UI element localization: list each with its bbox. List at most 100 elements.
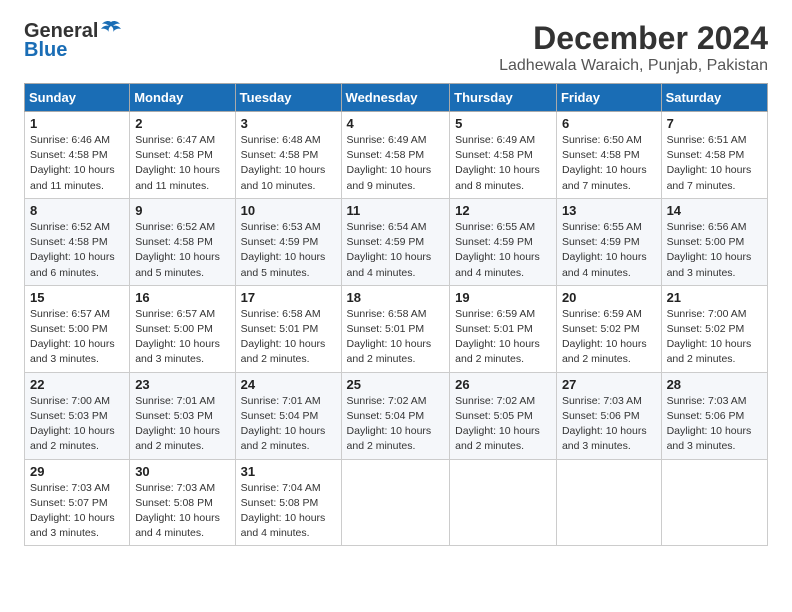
calendar-cell: 4 Sunrise: 6:49 AMSunset: 4:58 PMDaylight… <box>341 112 450 199</box>
calendar-cell: 1 Sunrise: 6:46 AMSunset: 4:58 PMDaylight… <box>25 112 130 199</box>
week-row-2: 8 Sunrise: 6:52 AMSunset: 4:58 PMDaylight… <box>25 198 768 285</box>
weekday-header-wednesday: Wednesday <box>341 84 450 112</box>
calendar-cell <box>450 459 557 546</box>
calendar-cell: 14Sunrise: 6:56 AMSunset: 5:00 PMDayligh… <box>661 198 767 285</box>
day-info: Sunrise: 6:48 AMSunset: 4:58 PMDaylight:… <box>241 133 336 194</box>
day-number: 31 <box>241 464 336 479</box>
weekday-header-sunday: Sunday <box>25 84 130 112</box>
day-number: 18 <box>347 290 445 305</box>
day-number: 2 <box>135 116 229 131</box>
week-row-4: 22Sunrise: 7:00 AMSunset: 5:03 PMDayligh… <box>25 372 768 459</box>
day-info: Sunrise: 7:01 AMSunset: 5:04 PMDaylight:… <box>241 394 336 455</box>
day-number: 9 <box>135 203 229 218</box>
calendar-cell: 26 Sunrise: 7:02 AMSunset: 5:05 PMDayligh… <box>450 372 557 459</box>
calendar-cell: 19 Sunrise: 6:59 AMSunset: 5:01 PMDayligh… <box>450 285 557 372</box>
calendar-cell: 22Sunrise: 7:00 AMSunset: 5:03 PMDayligh… <box>25 372 130 459</box>
day-number: 28 <box>667 377 762 392</box>
day-number: 20 <box>562 290 656 305</box>
day-number: 15 <box>30 290 124 305</box>
day-info: Sunrise: 7:02 AMSunset: 5:04 PMDaylight:… <box>347 394 445 455</box>
weekday-header-friday: Friday <box>556 84 661 112</box>
week-row-3: 15 Sunrise: 6:57 AMSunset: 5:00 PMDayligh… <box>25 285 768 372</box>
day-number: 4 <box>347 116 445 131</box>
day-number: 14 <box>667 203 762 218</box>
calendar-cell: 25 Sunrise: 7:02 AMSunset: 5:04 PMDayligh… <box>341 372 450 459</box>
day-number: 5 <box>455 116 551 131</box>
day-number: 17 <box>241 290 336 305</box>
day-info: Sunrise: 6:57 AMSunset: 5:00 PMDaylight:… <box>135 307 229 368</box>
day-info: Sunrise: 6:52 AMSunset: 4:58 PMDaylight:… <box>30 220 124 281</box>
calendar-cell: 9 Sunrise: 6:52 AMSunset: 4:58 PMDaylight… <box>130 198 235 285</box>
day-number: 10 <box>241 203 336 218</box>
day-info: Sunrise: 6:50 AMSunset: 4:58 PMDaylight:… <box>562 133 656 194</box>
calendar-cell: 8 Sunrise: 6:52 AMSunset: 4:58 PMDaylight… <box>25 198 130 285</box>
day-info: Sunrise: 7:03 AMSunset: 5:06 PMDaylight:… <box>667 394 762 455</box>
calendar-cell <box>661 459 767 546</box>
day-number: 7 <box>667 116 762 131</box>
day-info: Sunrise: 6:52 AMSunset: 4:58 PMDaylight:… <box>135 220 229 281</box>
calendar-cell <box>556 459 661 546</box>
calendar-cell: 13Sunrise: 6:55 AMSunset: 4:59 PMDayligh… <box>556 198 661 285</box>
calendar-cell: 28 Sunrise: 7:03 AMSunset: 5:06 PMDayligh… <box>661 372 767 459</box>
day-number: 1 <box>30 116 124 131</box>
week-row-1: 1 Sunrise: 6:46 AMSunset: 4:58 PMDaylight… <box>25 112 768 199</box>
day-info: Sunrise: 6:57 AMSunset: 5:00 PMDaylight:… <box>30 307 124 368</box>
day-info: Sunrise: 6:47 AMSunset: 4:58 PMDaylight:… <box>135 133 229 194</box>
weekday-header-saturday: Saturday <box>661 84 767 112</box>
day-number: 24 <box>241 377 336 392</box>
calendar-cell: 6 Sunrise: 6:50 AMSunset: 4:58 PMDaylight… <box>556 112 661 199</box>
day-number: 22 <box>30 377 124 392</box>
day-number: 12 <box>455 203 551 218</box>
calendar-cell: 20 Sunrise: 6:59 AMSunset: 5:02 PMDayligh… <box>556 285 661 372</box>
day-info: Sunrise: 7:02 AMSunset: 5:05 PMDaylight:… <box>455 394 551 455</box>
calendar-cell: 27 Sunrise: 7:03 AMSunset: 5:06 PMDayligh… <box>556 372 661 459</box>
day-info: Sunrise: 6:59 AMSunset: 5:02 PMDaylight:… <box>562 307 656 368</box>
day-info: Sunrise: 6:49 AMSunset: 4:58 PMDaylight:… <box>455 133 551 194</box>
logo-blue-text: Blue <box>24 39 67 62</box>
day-number: 29 <box>30 464 124 479</box>
page-header: General Blue December 2024 Ladhewala War… <box>24 20 768 75</box>
calendar-cell: 17Sunrise: 6:58 AMSunset: 5:01 PMDayligh… <box>235 285 341 372</box>
weekday-header-tuesday: Tuesday <box>235 84 341 112</box>
day-number: 11 <box>347 203 445 218</box>
calendar-cell: 18 Sunrise: 6:58 AMSunset: 5:01 PMDayligh… <box>341 285 450 372</box>
day-info: Sunrise: 7:04 AMSunset: 5:08 PMDaylight:… <box>241 481 336 542</box>
day-info: Sunrise: 7:03 AMSunset: 5:06 PMDaylight:… <box>562 394 656 455</box>
day-info: Sunrise: 7:01 AMSunset: 5:03 PMDaylight:… <box>135 394 229 455</box>
calendar-cell: 24 Sunrise: 7:01 AMSunset: 5:04 PMDayligh… <box>235 372 341 459</box>
weekday-header-monday: Monday <box>130 84 235 112</box>
calendar-cell: 15 Sunrise: 6:57 AMSunset: 5:00 PMDayligh… <box>25 285 130 372</box>
calendar-cell: 2 Sunrise: 6:47 AMSunset: 4:58 PMDaylight… <box>130 112 235 199</box>
calendar-cell: 30 Sunrise: 7:03 AMSunset: 5:08 PMDayligh… <box>130 459 235 546</box>
calendar-cell: 29 Sunrise: 7:03 AMSunset: 5:07 PMDayligh… <box>25 459 130 546</box>
day-info: Sunrise: 6:58 AMSunset: 5:01 PMDaylight:… <box>347 307 445 368</box>
day-info: Sunrise: 6:46 AMSunset: 4:58 PMDaylight:… <box>30 133 124 194</box>
day-info: Sunrise: 6:53 AMSunset: 4:59 PMDaylight:… <box>241 220 336 281</box>
calendar-cell: 11 Sunrise: 6:54 AMSunset: 4:59 PMDayligh… <box>341 198 450 285</box>
day-info: Sunrise: 6:51 AMSunset: 4:58 PMDaylight:… <box>667 133 762 194</box>
week-row-5: 29 Sunrise: 7:03 AMSunset: 5:07 PMDayligh… <box>25 459 768 546</box>
calendar-cell: 23Sunrise: 7:01 AMSunset: 5:03 PMDayligh… <box>130 372 235 459</box>
day-number: 30 <box>135 464 229 479</box>
calendar-cell: 3Sunrise: 6:48 AMSunset: 4:58 PMDaylight… <box>235 112 341 199</box>
day-info: Sunrise: 6:59 AMSunset: 5:01 PMDaylight:… <box>455 307 551 368</box>
calendar-cell: 5 Sunrise: 6:49 AMSunset: 4:58 PMDaylight… <box>450 112 557 199</box>
calendar-cell <box>341 459 450 546</box>
day-number: 27 <box>562 377 656 392</box>
day-info: Sunrise: 7:03 AMSunset: 5:08 PMDaylight:… <box>135 481 229 542</box>
calendar-table: SundayMondayTuesdayWednesdayThursdayFrid… <box>24 83 768 546</box>
day-number: 25 <box>347 377 445 392</box>
day-number: 8 <box>30 203 124 218</box>
day-info: Sunrise: 6:49 AMSunset: 4:58 PMDaylight:… <box>347 133 445 194</box>
calendar-cell: 31 Sunrise: 7:04 AMSunset: 5:08 PMDayligh… <box>235 459 341 546</box>
month-title: December 2024 <box>499 20 768 57</box>
calendar-cell: 16 Sunrise: 6:57 AMSunset: 5:00 PMDayligh… <box>130 285 235 372</box>
day-number: 26 <box>455 377 551 392</box>
day-info: Sunrise: 6:54 AMSunset: 4:59 PMDaylight:… <box>347 220 445 281</box>
calendar-cell: 21Sunrise: 7:00 AMSunset: 5:02 PMDayligh… <box>661 285 767 372</box>
day-number: 6 <box>562 116 656 131</box>
day-number: 16 <box>135 290 229 305</box>
weekday-header-row: SundayMondayTuesdayWednesdayThursdayFrid… <box>25 84 768 112</box>
day-number: 19 <box>455 290 551 305</box>
day-info: Sunrise: 7:03 AMSunset: 5:07 PMDaylight:… <box>30 481 124 542</box>
